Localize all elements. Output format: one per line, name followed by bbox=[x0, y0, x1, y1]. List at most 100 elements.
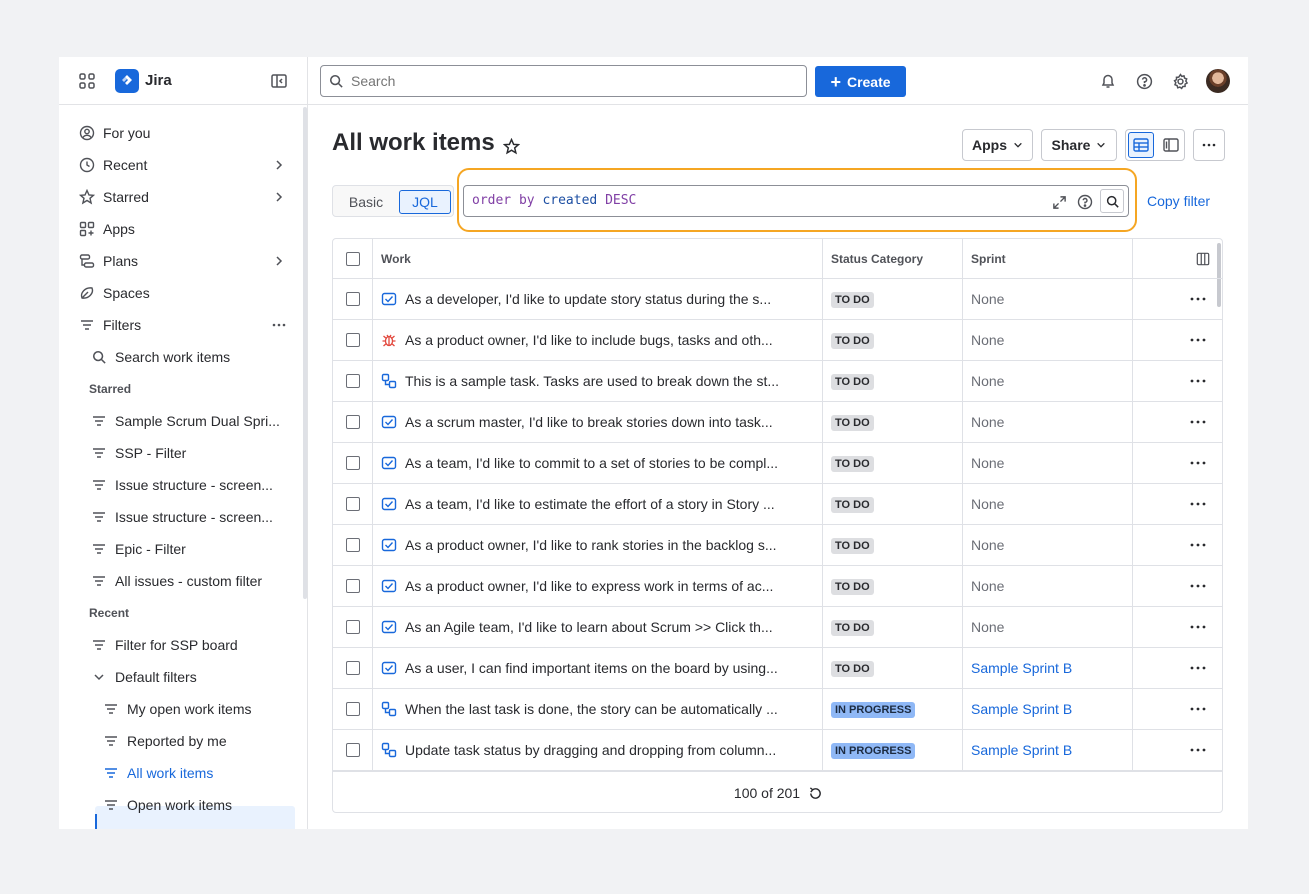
row-checkbox[interactable] bbox=[346, 538, 360, 552]
starred-filter-item[interactable]: Issue structure - screen... bbox=[91, 503, 273, 531]
table-row[interactable]: As a product owner, I'd like to include … bbox=[333, 320, 1222, 361]
work-item-title[interactable]: Update task status by dragging and dropp… bbox=[405, 742, 815, 758]
work-item-title[interactable]: As a team, I'd like to estimate the effo… bbox=[405, 496, 815, 512]
sidebar-item-spaces[interactable]: Spaces bbox=[79, 279, 150, 307]
more-options-icon[interactable] bbox=[1189, 619, 1207, 635]
table-row[interactable]: As a product owner, I'd like to express … bbox=[333, 566, 1222, 607]
user-avatar[interactable] bbox=[1206, 69, 1230, 93]
default-filters-toggle[interactable]: Default filters bbox=[91, 663, 197, 691]
more-options-icon[interactable] bbox=[1189, 373, 1207, 389]
table-row[interactable]: As a user, I can find important items on… bbox=[333, 648, 1222, 689]
work-item-title[interactable]: As an Agile team, I'd like to learn abou… bbox=[405, 619, 815, 635]
default-filter-open-work-items[interactable]: Open work items bbox=[103, 791, 232, 819]
expand-icon[interactable] bbox=[1050, 193, 1068, 211]
table-row[interactable]: As a scrum master, I'd like to break sto… bbox=[333, 402, 1222, 443]
row-checkbox[interactable] bbox=[346, 374, 360, 388]
table-row[interactable]: As a developer, I'd like to update story… bbox=[333, 279, 1222, 320]
row-checkbox[interactable] bbox=[346, 497, 360, 511]
work-item-title[interactable]: As a product owner, I'd like to include … bbox=[405, 332, 815, 348]
notifications-icon[interactable] bbox=[1098, 71, 1118, 91]
starred-filter-item[interactable]: SSP - Filter bbox=[91, 439, 186, 467]
sidebar-item-filters[interactable]: Filters bbox=[79, 311, 141, 339]
settings-gear-icon[interactable] bbox=[1170, 71, 1190, 91]
more-options-icon[interactable] bbox=[1189, 414, 1207, 430]
starred-filter-item[interactable]: Sample Scrum Dual Spri... bbox=[91, 407, 280, 435]
more-options-icon[interactable] bbox=[271, 317, 287, 333]
table-row[interactable]: As a product owner, I'd like to rank sto… bbox=[333, 525, 1222, 566]
default-filter-all-work-items[interactable]: All work items bbox=[103, 759, 213, 787]
table-row[interactable]: Update task status by dragging and dropp… bbox=[333, 730, 1222, 771]
work-item-title[interactable]: As a product owner, I'd like to rank sto… bbox=[405, 537, 815, 553]
table-row[interactable]: This is a sample task. Tasks are used to… bbox=[333, 361, 1222, 402]
sidebar-item-apps[interactable]: Apps bbox=[79, 215, 135, 243]
starred-filter-item[interactable]: Epic - Filter bbox=[91, 535, 186, 563]
chevron-right-icon[interactable] bbox=[273, 159, 285, 171]
detail-view-icon[interactable] bbox=[1158, 132, 1184, 158]
column-picker-icon[interactable] bbox=[1195, 251, 1211, 267]
jql-query-input[interactable]: order by created DESC bbox=[463, 185, 1129, 217]
row-checkbox[interactable] bbox=[346, 456, 360, 470]
row-checkbox[interactable] bbox=[346, 702, 360, 716]
status-badge[interactable]: TO DO bbox=[831, 456, 874, 472]
work-item-title[interactable]: This is a sample task. Tasks are used to… bbox=[405, 373, 815, 389]
sidebar-item-starred[interactable]: Starred bbox=[79, 183, 149, 211]
sprint-value[interactable]: Sample Sprint B bbox=[971, 742, 1072, 758]
help-icon[interactable] bbox=[1134, 71, 1154, 91]
table-row[interactable]: As an Agile team, I'd like to learn abou… bbox=[333, 607, 1222, 648]
more-options-icon[interactable] bbox=[1189, 332, 1207, 348]
list-view-icon[interactable] bbox=[1128, 132, 1154, 158]
status-badge[interactable]: TO DO bbox=[831, 579, 874, 595]
work-item-title[interactable]: As a scrum master, I'd like to break sto… bbox=[405, 414, 815, 430]
sidebar-item-plans[interactable]: Plans bbox=[79, 247, 138, 275]
sidebar-item-search-work-items[interactable]: Search work items bbox=[91, 343, 230, 371]
column-header-work[interactable]: Work bbox=[381, 252, 411, 266]
work-item-title[interactable]: As a developer, I'd like to update story… bbox=[405, 291, 815, 307]
more-options-icon[interactable] bbox=[1189, 701, 1207, 717]
refresh-icon[interactable] bbox=[808, 786, 823, 801]
more-actions-button[interactable] bbox=[1193, 129, 1225, 161]
default-filter-reported-by-me[interactable]: Reported by me bbox=[103, 727, 227, 755]
status-badge[interactable]: TO DO bbox=[831, 661, 874, 677]
status-badge[interactable]: TO DO bbox=[831, 333, 874, 349]
jql-mode-tab[interactable]: JQL bbox=[399, 190, 451, 214]
more-options-icon[interactable] bbox=[1189, 660, 1207, 676]
sidebar-scrollbar[interactable] bbox=[303, 107, 307, 599]
status-badge[interactable]: TO DO bbox=[831, 415, 874, 431]
sidebar-item-for-you[interactable]: For you bbox=[79, 119, 150, 147]
help-icon[interactable] bbox=[1076, 193, 1094, 211]
more-options-icon[interactable] bbox=[1189, 291, 1207, 307]
default-filter-my-open[interactable]: My open work items bbox=[103, 695, 251, 723]
copy-filter-link[interactable]: Copy filter bbox=[1147, 193, 1210, 209]
work-item-title[interactable]: When the last task is done, the story ca… bbox=[405, 701, 815, 717]
more-options-icon[interactable] bbox=[1189, 578, 1207, 594]
more-options-icon[interactable] bbox=[1189, 742, 1207, 758]
more-options-icon[interactable] bbox=[1189, 496, 1207, 512]
status-badge[interactable]: IN PROGRESS bbox=[831, 743, 916, 759]
column-header-status[interactable]: Status Category bbox=[831, 252, 923, 266]
status-badge[interactable]: TO DO bbox=[831, 374, 874, 390]
sprint-value[interactable]: Sample Sprint B bbox=[971, 701, 1072, 717]
apps-dropdown-button[interactable]: Apps bbox=[962, 129, 1033, 161]
chevron-right-icon[interactable] bbox=[273, 191, 285, 203]
table-row[interactable]: When the last task is done, the story ca… bbox=[333, 689, 1222, 730]
jira-logo-icon[interactable] bbox=[115, 69, 139, 93]
status-badge[interactable]: TO DO bbox=[831, 538, 874, 554]
table-row[interactable]: As a team, I'd like to estimate the effo… bbox=[333, 484, 1222, 525]
row-checkbox[interactable] bbox=[346, 333, 360, 347]
row-checkbox[interactable] bbox=[346, 661, 360, 675]
work-item-title[interactable]: As a product owner, I'd like to express … bbox=[405, 578, 815, 594]
work-item-title[interactable]: As a user, I can find important items on… bbox=[405, 660, 815, 676]
status-badge[interactable]: TO DO bbox=[831, 620, 874, 636]
share-dropdown-button[interactable]: Share bbox=[1041, 129, 1117, 161]
starred-filter-item[interactable]: All issues - custom filter bbox=[91, 567, 262, 595]
recent-filter-item[interactable]: Filter for SSP board bbox=[91, 631, 238, 659]
row-checkbox[interactable] bbox=[346, 415, 360, 429]
chevron-right-icon[interactable] bbox=[273, 255, 285, 267]
basic-mode-tab[interactable]: Basic bbox=[337, 190, 395, 214]
row-checkbox[interactable] bbox=[346, 292, 360, 306]
app-switcher-icon[interactable] bbox=[77, 71, 97, 91]
sprint-value[interactable]: Sample Sprint B bbox=[971, 660, 1072, 676]
search-icon[interactable] bbox=[1100, 189, 1124, 213]
jql-query-text[interactable]: order by created DESC bbox=[472, 193, 636, 208]
column-header-sprint[interactable]: Sprint bbox=[971, 252, 1006, 266]
